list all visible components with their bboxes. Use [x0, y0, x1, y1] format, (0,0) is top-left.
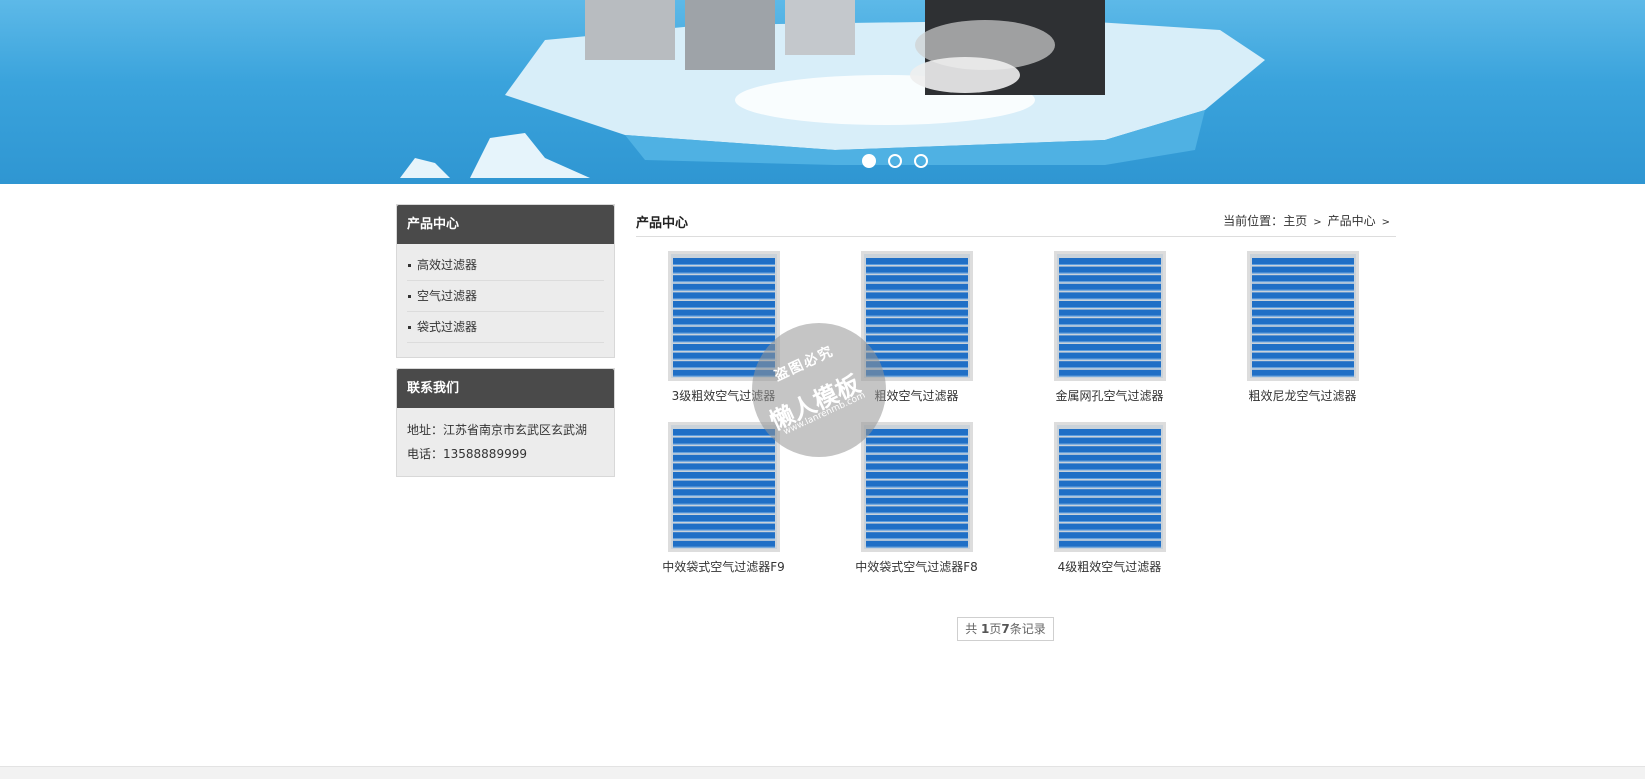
filter-image — [1056, 425, 1163, 549]
product-image[interactable] — [1053, 251, 1166, 381]
sidebar-contact-box: 联系我们 地址：江苏省南京市玄武区玄武湖 电话：13588889999 — [396, 368, 615, 477]
page-title: 产品中心 — [636, 216, 689, 231]
sidebar-products-box: 产品中心 高效过滤器 空气过滤器 袋式过滤器 — [396, 204, 615, 358]
filter-image — [670, 425, 777, 549]
product-image[interactable] — [667, 422, 780, 552]
product-item[interactable]: 粗效尼龙空气过滤器 — [1206, 251, 1399, 404]
carousel-dot-1[interactable] — [862, 154, 876, 168]
hero-banner — [0, 0, 1645, 184]
breadcrumb: 当前位置：主页 > 产品中心 > — [1223, 212, 1396, 229]
sidebar-product-list: 高效过滤器 空气过滤器 袋式过滤器 — [397, 244, 614, 343]
pager-mid: 页 — [989, 622, 1002, 636]
carousel-dot-2[interactable] — [888, 154, 902, 168]
product-image[interactable] — [1246, 251, 1359, 381]
sidebar-contact-title: 联系我们 — [397, 369, 614, 408]
filter-image — [863, 425, 970, 549]
contact-address: 地址：江苏省南京市玄武区玄武湖 — [407, 423, 588, 437]
product-name[interactable]: 中效袋式空气过滤器F9 — [627, 558, 820, 575]
product-name[interactable]: 粗效尼龙空气过滤器 — [1206, 387, 1399, 404]
product-name[interactable]: 中效袋式空气过滤器F8 — [820, 558, 1013, 575]
product-item[interactable]: 金属网孔空气过滤器 — [1013, 251, 1206, 404]
product-item[interactable]: 4级粗效空气过滤器 — [1013, 422, 1206, 575]
filter-image — [863, 254, 970, 378]
product-image[interactable] — [860, 422, 973, 552]
pager-record-count: 7 — [1001, 622, 1010, 636]
filter-image — [1249, 254, 1356, 378]
filter-image — [1056, 254, 1163, 378]
product-image[interactable] — [1053, 422, 1166, 552]
footer-bar — [0, 766, 1645, 779]
pager-suffix: 条记录 — [1009, 622, 1046, 636]
sidebar-products-title: 产品中心 — [397, 205, 614, 244]
watermark-stamp: 盗图必究 懒人模板 www.lanrenmb.com — [752, 323, 886, 457]
pager-prefix: 共 — [965, 622, 982, 636]
pagination-info: 共 1页7条记录 — [957, 617, 1054, 641]
sidebar-item-bag-filter[interactable]: 袋式过滤器 — [407, 312, 604, 343]
contact-phone: 电话：13588889999 — [407, 447, 527, 461]
contact-info: 地址：江苏省南京市玄武区玄武湖 电话：13588889999 — [397, 408, 614, 476]
carousel-dots — [0, 154, 1645, 174]
breadcrumb-separator: > — [1313, 217, 1322, 228]
product-name[interactable]: 金属网孔空气过滤器 — [1013, 387, 1206, 404]
sidebar-item-high-efficiency-filter[interactable]: 高效过滤器 — [407, 250, 604, 281]
product-name[interactable]: 4级粗效空气过滤器 — [1013, 558, 1206, 575]
main-header: 产品中心 当前位置：主页 > 产品中心 > — [636, 208, 1396, 237]
breadcrumb-home-link[interactable]: 主页 — [1283, 214, 1307, 228]
breadcrumb-prefix: 当前位置： — [1223, 214, 1284, 228]
carousel-dot-3[interactable] — [914, 154, 928, 168]
sidebar-item-air-filter[interactable]: 空气过滤器 — [407, 281, 604, 312]
breadcrumb-current-link[interactable]: 产品中心 — [1328, 214, 1376, 228]
breadcrumb-separator: > — [1381, 217, 1390, 228]
banner-iceberg-image — [505, 0, 1265, 165]
